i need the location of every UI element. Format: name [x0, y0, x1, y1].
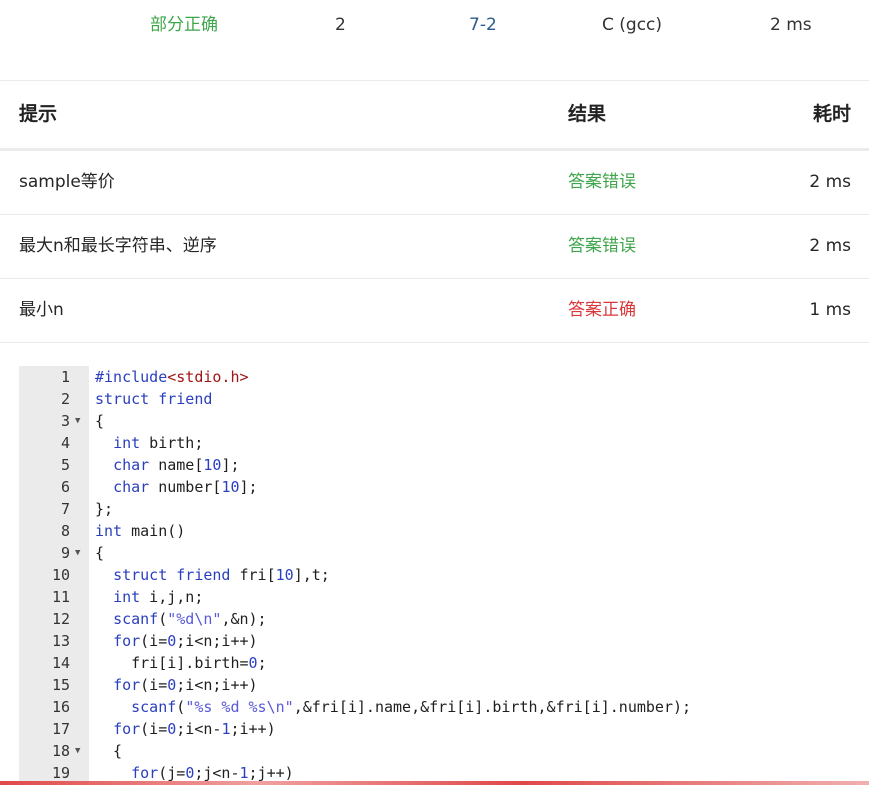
code-line[interactable]: 16 scanf("%s %d %s\n",&fri[i].name,&fri[… — [19, 696, 869, 718]
code-text: scanf("%s %d %s\n",&fri[i].name,&fri[i].… — [131, 698, 692, 716]
code-line[interactable]: 4 int birth; — [19, 432, 869, 454]
line-number: 2 — [60, 390, 70, 408]
submission-status: 部分正确 — [150, 15, 218, 35]
line-number: 15 — [51, 676, 70, 694]
submission-problem-link[interactable]: 7-2 — [469, 14, 497, 36]
code-text: for(i=0;i<n;i++) — [113, 676, 258, 694]
code-line[interactable]: 11 int i,j,n; — [19, 586, 869, 608]
code-line[interactable]: 6 char number[10]; — [19, 476, 869, 498]
line-number: 1 — [60, 368, 70, 386]
code-editor[interactable]: 1 #include<stdio.h> 2 struct friend 3 ▼ {4 int… — [19, 366, 869, 785]
code-text: { — [95, 544, 105, 562]
code-line[interactable]: 1 #include<stdio.h> — [19, 366, 869, 388]
row-hint: 最大n和最长字符串、逆序 — [19, 236, 217, 256]
line-number: 12 — [51, 610, 70, 628]
submission-score: 2 — [335, 15, 346, 35]
bottom-edge-bar — [0, 781, 869, 785]
code-line[interactable]: 7}; — [19, 498, 869, 520]
line-number: 17 — [51, 720, 70, 738]
code-line[interactable]: 8 int main() — [19, 520, 869, 542]
code-text: int main() — [95, 522, 186, 540]
code-line[interactable]: 5 char name[10]; — [19, 454, 869, 476]
code-text: char name[10]; — [113, 456, 240, 474]
row-result: 答案错误 — [568, 172, 636, 192]
row-hint: 最小n — [19, 300, 64, 320]
code-line[interactable]: 9 ▼ { — [19, 542, 869, 564]
row-result: 答案正确 — [568, 300, 636, 320]
row-time: 2 ms — [809, 172, 851, 192]
code-line[interactable]: 14 fri[i].birth=0; — [19, 652, 869, 674]
line-number: 16 — [51, 698, 70, 716]
code-text: { — [95, 742, 123, 760]
line-number: 3 — [60, 412, 70, 430]
header-time: 耗时 — [812, 103, 851, 125]
line-number: 4 — [60, 434, 70, 452]
code-line[interactable]: 17 for(i=0;i<n-1;i++) — [19, 718, 869, 740]
code-text: for(i=0;i<n-1;i++) — [113, 720, 276, 738]
line-number: 18 — [51, 742, 70, 760]
row-result: 答案错误 — [568, 236, 636, 256]
code-line[interactable]: 15 for(i=0;i<n;i++) — [19, 674, 869, 696]
row-time: 2 ms — [809, 236, 851, 256]
code-text: char number[10]; — [113, 478, 258, 496]
line-number: 10 — [51, 566, 70, 584]
line-number: 5 — [60, 456, 70, 474]
submission-language: C (gcc) — [602, 15, 663, 35]
code-line[interactable]: 2 struct friend — [19, 388, 869, 410]
code-text: int birth; — [113, 434, 204, 452]
submission-summary-row: 部分正确 2 7-2 C (gcc) 2 ms — [0, 0, 869, 81]
table-row: 最大n和最长字符串、逆序 答案错误 2 ms — [0, 215, 869, 279]
row-hint: sample等价 — [19, 172, 115, 192]
code-text: for(i=0;i<n;i++) — [113, 632, 258, 650]
line-number: 8 — [60, 522, 70, 540]
code-line[interactable]: 3 ▼ { — [19, 410, 869, 432]
line-number: 14 — [51, 654, 70, 672]
code-text: }; — [95, 500, 114, 518]
row-time: 1 ms — [809, 300, 851, 320]
fold-arrow-icon[interactable]: ▼ — [75, 542, 80, 564]
code-text: int i,j,n; — [113, 588, 204, 606]
code-text: fri[i].birth=0; — [95, 654, 267, 672]
code-text: #include<stdio.h> — [95, 368, 249, 386]
line-number: 6 — [60, 478, 70, 496]
fold-arrow-icon[interactable]: ▼ — [75, 410, 80, 432]
code-line[interactable]: 13 for(i=0;i<n;i++) — [19, 630, 869, 652]
submission-time: 2 ms — [770, 15, 812, 35]
header-result: 结果 — [568, 103, 607, 125]
fold-arrow-icon[interactable]: ▼ — [75, 740, 80, 762]
line-number: 9 — [60, 544, 70, 562]
line-number: 11 — [51, 588, 70, 606]
code-line[interactable]: 12 scanf("%d\n",&n); — [19, 608, 869, 630]
code-line[interactable]: 18 ▼ { — [19, 740, 869, 762]
header-hint: 提示 — [19, 103, 58, 125]
code-text: struct friend — [95, 390, 213, 408]
table-row: sample等价 答案错误 2 ms — [0, 151, 869, 215]
code-text: struct friend fri[10],t; — [113, 566, 330, 584]
line-number: 13 — [51, 632, 70, 650]
table-row: 最小n 答案正确 1 ms — [0, 279, 869, 343]
code-text: { — [95, 412, 105, 430]
code-line[interactable]: 10 struct friend fri[10],t; — [19, 564, 869, 586]
table-header: 提示 结果 耗时 — [0, 80, 869, 151]
line-number: 7 — [60, 500, 70, 518]
code-text: scanf("%d\n",&n); — [113, 610, 267, 628]
test-results-table: 提示 结果 耗时 sample等价 答案错误 2 ms 最大n和最长字符串、逆序… — [0, 80, 869, 343]
